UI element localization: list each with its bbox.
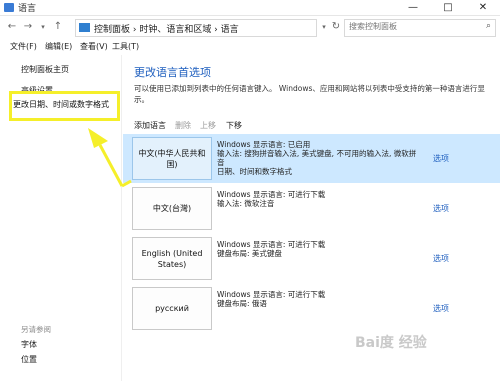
annotation-arrow	[88, 128, 132, 188]
arrow-head	[88, 128, 108, 148]
arrow-line-lower	[121, 179, 132, 188]
watermark-logo: Bai度 经验	[355, 335, 427, 351]
arrow-line-upper	[98, 144, 124, 187]
